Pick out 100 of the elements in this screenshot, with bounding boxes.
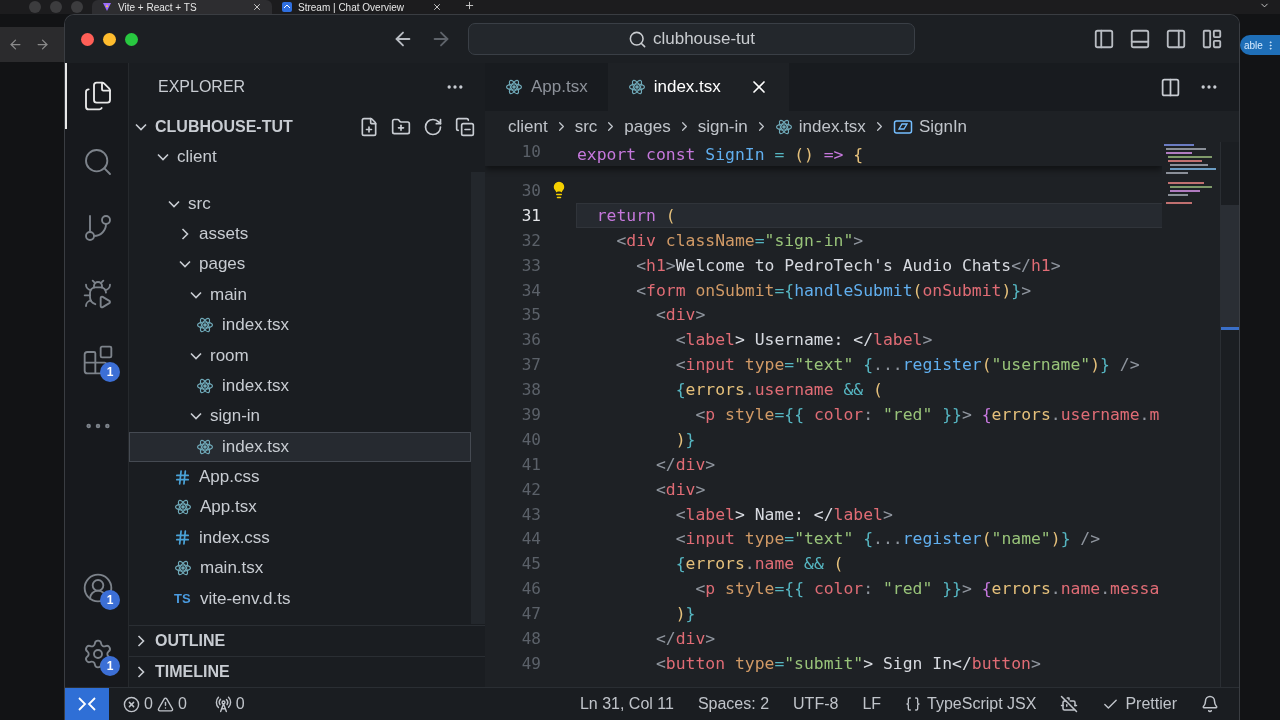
scrollbar[interactable]: [1221, 205, 1239, 330]
project-header[interactable]: CLUBHOUSE-TUT: [129, 111, 485, 142]
close-window-button[interactable]: [81, 32, 94, 46]
file-item[interactable]: App.css: [129, 461, 471, 493]
code-line: <label> Name: </label>: [674, 503, 894, 526]
close-icon[interactable]: [252, 2, 262, 12]
panel-left-icon[interactable]: [1093, 28, 1115, 50]
editor-tab[interactable]: index.tsx: [607, 63, 789, 111]
blocks-icon[interactable]: [81, 344, 114, 376]
line-number: 46: [520, 579, 541, 599]
panel-bottom-icon[interactable]: [1129, 28, 1151, 50]
scrollbar[interactable]: [471, 172, 485, 624]
line-number: 30: [520, 180, 541, 200]
problems-status[interactable]: 0 0: [109, 695, 201, 713]
minimize-window-button[interactable]: [103, 32, 116, 46]
language-mode[interactable]: TypeScript JSX: [905, 695, 1037, 713]
code-line: <div>: [654, 478, 707, 501]
status-item[interactable]: Ln 31, Col 11: [579, 695, 674, 713]
code-line: )}: [674, 428, 697, 451]
code-line: <button type="submit"> Sign In</button>: [654, 652, 1042, 675]
file-item[interactable]: main.tsx: [129, 553, 471, 584]
browser-tab[interactable]: Vite + React + TS: [92, 0, 272, 14]
react-icon: [196, 437, 214, 456]
formatter-status[interactable]: Prettier: [1102, 695, 1177, 713]
react-icon: [774, 117, 793, 136]
account-icon[interactable]: [81, 572, 114, 604]
file-item[interactable]: index.css: [129, 522, 471, 554]
line-number: 32: [520, 230, 541, 250]
new-file-icon[interactable]: [359, 116, 379, 137]
code-line: <input type="text" {...register("username")} />: [674, 354, 1141, 377]
count-badge: 1: [100, 362, 120, 382]
line-number: 33: [520, 255, 541, 275]
line-number: 10: [520, 142, 541, 163]
status-item[interactable]: Spaces: 2: [697, 695, 770, 713]
line-number: 48: [520, 628, 541, 648]
folder-item[interactable]: src: [129, 188, 471, 219]
code-line: {errors.username && (: [674, 379, 884, 402]
breadcrumb-item[interactable]: src: [574, 116, 598, 137]
file-item[interactable]: App.tsx: [129, 492, 471, 523]
breadcrumb-item[interactable]: index.tsx: [774, 116, 866, 137]
close-icon[interactable]: [432, 2, 442, 12]
folder-item[interactable]: room: [129, 340, 471, 371]
code-line: )}: [674, 603, 697, 626]
run-debug-icon[interactable]: [81, 278, 114, 310]
collapse-icon[interactable]: [455, 116, 475, 137]
refresh-icon[interactable]: [423, 116, 443, 137]
error-count: 0: [144, 695, 153, 713]
hash-icon: [174, 529, 191, 547]
folder-item[interactable]: pages: [129, 249, 471, 280]
remote-button[interactable]: [65, 688, 109, 720]
line-number: 39: [520, 404, 541, 424]
split-editor-icon[interactable]: [1160, 76, 1181, 98]
bot-icon[interactable]: [1060, 695, 1079, 713]
side-button[interactable]: able: [1240, 35, 1280, 55]
search-icon: [627, 29, 647, 49]
line-number: 44: [520, 529, 541, 549]
bolt-icon: [102, 2, 112, 12]
line-number: 42: [520, 479, 541, 499]
breadcrumb-item[interactable]: client: [508, 116, 548, 137]
project-title: CLUBHOUSE-TUT: [155, 117, 294, 136]
layout-icon[interactable]: [1201, 28, 1223, 50]
folder-item[interactable]: main: [129, 279, 471, 310]
line-number: 38: [520, 380, 541, 400]
file-item[interactable]: index.tsx: [129, 431, 471, 462]
braces-icon: [905, 696, 922, 712]
file-item[interactable]: TS vite-env.d.ts: [129, 583, 471, 614]
react-icon: [505, 78, 523, 96]
command-center-search[interactable]: clubhouse-tut: [468, 23, 915, 55]
code-line: <div className="sign-in">: [615, 229, 865, 252]
folder-item[interactable]: client: [129, 142, 471, 173]
browser-tab[interactable]: Stream | Chat Overview: [272, 0, 452, 14]
breadcrumb-item[interactable]: pages: [624, 116, 671, 137]
breadcrumb-item[interactable]: SignIn: [892, 116, 968, 137]
status-item[interactable]: LF: [862, 695, 882, 713]
line-number: 45: [520, 554, 541, 574]
ports-status[interactable]: 0: [200, 695, 259, 713]
panel-right-icon[interactable]: [1165, 28, 1187, 50]
back-icon[interactable]: [8, 37, 23, 52]
folder-item[interactable]: sign-in: [129, 401, 471, 432]
port-count: 0: [235, 695, 245, 713]
breadcrumb-item[interactable]: sign-in: [697, 116, 748, 137]
file-item[interactable]: index.tsx: [129, 370, 471, 402]
file-item[interactable]: index.tsx: [129, 309, 471, 341]
code-line: <p style={{ color: "red" }}> {errors.username.m: [694, 403, 1161, 426]
react-icon: [196, 316, 214, 335]
section-header[interactable]: OUTLINE: [129, 625, 485, 656]
status-item[interactable]: UTF-8: [793, 695, 839, 713]
sidebar-title: EXPLORER: [158, 78, 246, 96]
code-line: <form onSubmit={handleSubmit(onSubmit)}>: [635, 279, 1032, 302]
zoom-window-button[interactable]: [125, 32, 138, 46]
bell-icon[interactable]: [1201, 695, 1219, 713]
new-folder-icon[interactable]: [391, 116, 411, 137]
line-number: 34: [520, 280, 541, 300]
forward-icon[interactable]: [35, 37, 50, 52]
count-badge: 1: [100, 656, 120, 676]
folder-item[interactable]: assets: [129, 218, 471, 250]
error-icon: [123, 695, 140, 713]
new-tab-icon[interactable]: [464, 0, 475, 11]
antenna-icon: [214, 695, 232, 713]
line-number: 40: [520, 429, 541, 449]
